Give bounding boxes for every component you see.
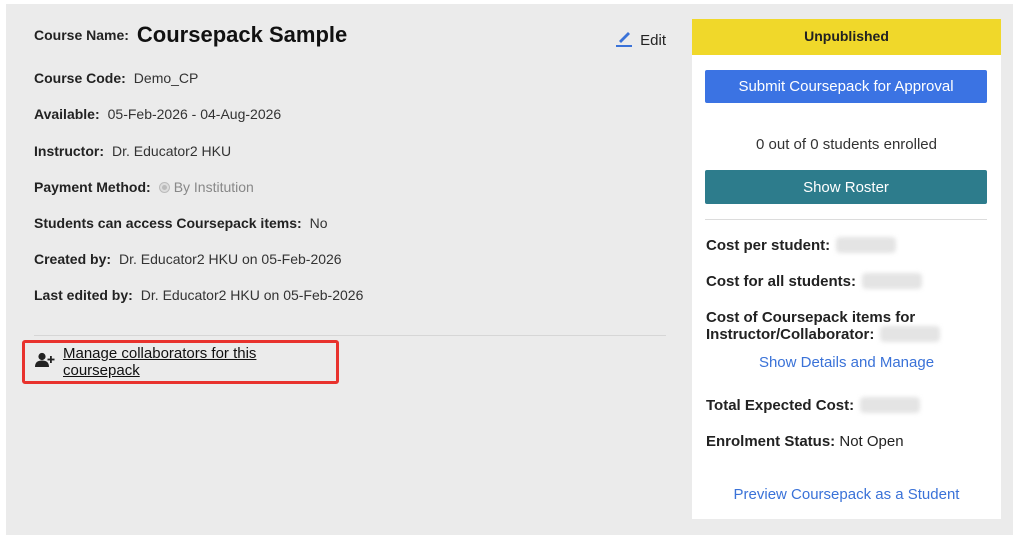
last-edited-row: Last edited by: Dr. Educator2 HKU on 05-F…: [34, 287, 363, 303]
section-divider: [34, 335, 666, 336]
instructor-value: Dr. Educator2 HKU: [112, 143, 232, 159]
instructor-label: Instructor:: [34, 143, 104, 159]
available-value: 05-Feb-2026 - 04-Aug-2026: [107, 106, 282, 122]
sidebar-divider: [705, 219, 987, 220]
created-by-row: Created by: Dr. Educator2 HKU on 05-Feb-2…: [34, 251, 342, 267]
created-by-value: Dr. Educator2 HKU on 05-Feb-2026: [119, 251, 342, 267]
student-access-row: Students can access Coursepack items: No: [34, 215, 328, 231]
enrolment-status-row: Enrolment Status: Not Open: [706, 433, 904, 450]
details-link-row: Show Details and Manage: [692, 354, 1001, 371]
course-code-row: Course Code: Demo_CP: [34, 70, 198, 86]
add-user-icon: [35, 352, 55, 372]
cost-per-student-redacted: [836, 237, 897, 253]
student-access-label: Students can access Coursepack items:: [34, 215, 302, 231]
created-by-label: Created by:: [34, 251, 112, 267]
instructor-row: Instructor: Dr. Educator2 HKU: [34, 143, 231, 159]
student-access-value: No: [309, 215, 328, 231]
cost-items-row: Cost of Coursepack items for Instructor/…: [706, 309, 941, 343]
course-name-row: Course Name: Coursepack Sample: [34, 22, 347, 48]
cost-all-students-row: Cost for all students:: [706, 273, 923, 290]
manage-collaborators-link[interactable]: Manage collaborators for this coursepack: [22, 340, 339, 384]
submit-for-approval-button[interactable]: Submit Coursepack for Approval: [705, 70, 987, 103]
enrolment-status-value: Not Open: [839, 433, 904, 450]
payment-method-label: Payment Method:: [34, 179, 151, 195]
show-details-manage-link[interactable]: Show Details and Manage: [759, 354, 934, 371]
manage-collaborators-label: Manage collaborators for this coursepack: [63, 345, 257, 379]
cost-all-students-redacted: [862, 273, 923, 289]
course-code-value: Demo_CP: [133, 70, 199, 86]
available-label: Available:: [34, 106, 100, 122]
cost-all-students-label: Cost for all students:: [706, 273, 857, 290]
last-edited-value: Dr. Educator2 HKU on 05-Feb-2026: [140, 287, 364, 303]
edit-label: Edit: [640, 31, 666, 49]
cost-items-label-line1: Cost of Coursepack items for: [706, 309, 916, 326]
course-details-panel: Course Name: Coursepack Sample Edit Cours…: [6, 4, 1013, 535]
cost-per-student-row: Cost per student:: [706, 237, 897, 254]
publish-sidebar: Unpublished Submit Coursepack for Approv…: [692, 19, 1001, 519]
course-name-label: Course Name:: [34, 27, 129, 43]
enrolment-status-label: Enrolment Status:: [706, 433, 836, 450]
payment-method-value: By Institution: [173, 179, 254, 195]
enrolled-count: 0 out of 0 students enrolled: [756, 136, 937, 153]
edit-button[interactable]: Edit: [614, 28, 666, 52]
payment-radio: [158, 182, 170, 193]
available-row: Available: 05-Feb-2026 - 04-Aug-2026: [34, 106, 281, 122]
cost-per-student-label: Cost per student:: [706, 237, 831, 254]
cost-items-redacted: [880, 326, 941, 342]
show-roster-button[interactable]: Show Roster: [705, 170, 987, 204]
total-cost-redacted: [860, 397, 921, 413]
preview-as-student-link[interactable]: Preview Coursepack as a Student: [734, 486, 960, 503]
pencil-icon: [614, 28, 634, 52]
status-badge: Unpublished: [692, 19, 1001, 55]
course-code-label: Course Code:: [34, 70, 126, 86]
preview-link-row: Preview Coursepack as a Student: [692, 486, 1001, 503]
total-cost-label: Total Expected Cost:: [706, 397, 855, 414]
total-cost-row: Total Expected Cost:: [706, 397, 921, 414]
last-edited-label: Last edited by:: [34, 287, 133, 303]
cost-items-label-line2: Instructor/Collaborator:: [706, 326, 875, 343]
payment-method-row: Payment Method: By Institution: [34, 179, 254, 195]
course-title: Coursepack Sample: [136, 22, 348, 47]
